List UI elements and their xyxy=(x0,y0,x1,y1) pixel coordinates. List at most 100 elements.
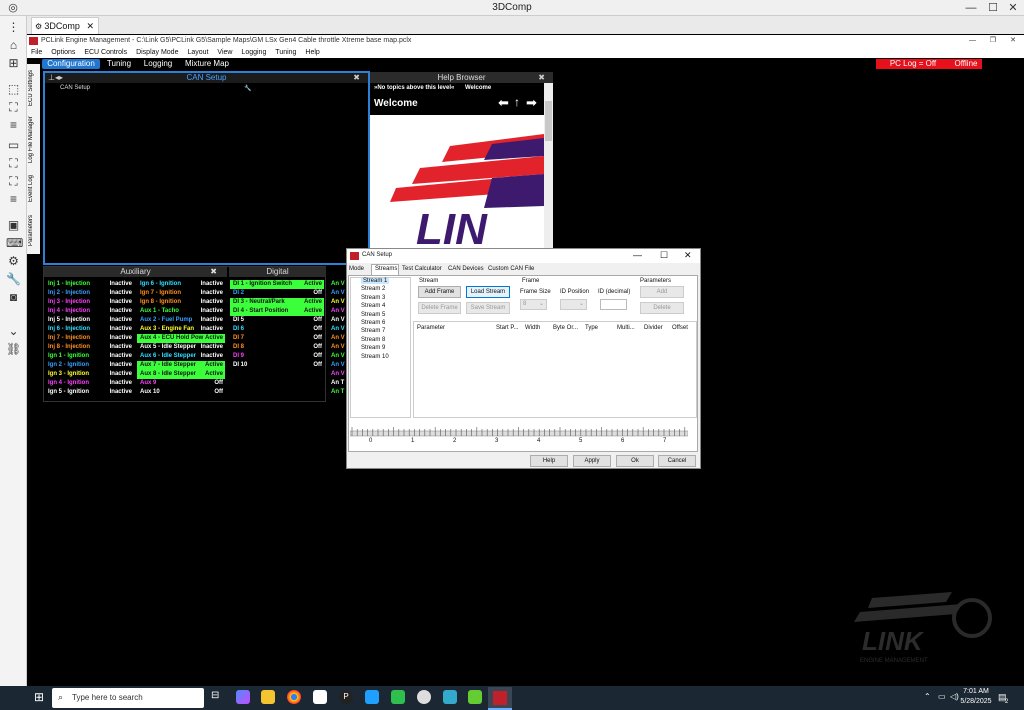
menu-view[interactable]: View xyxy=(217,49,232,56)
dlg-tab-custom-can-file[interactable]: Custom CAN File xyxy=(488,266,534,272)
pclink-taskbar-button[interactable] xyxy=(488,687,512,710)
tab-3dcomp[interactable]: ⚙ 3DComp ✕ xyxy=(31,17,99,34)
grid-column-header[interactable]: Multi... xyxy=(617,325,635,331)
side-tab-parameters[interactable]: Parameters xyxy=(28,208,39,252)
grid-column-header[interactable]: Divider xyxy=(644,325,663,331)
resize-icon[interactable]: ⛶ xyxy=(6,156,21,171)
monitor-icon[interactable]: ▭ xyxy=(6,138,21,153)
n-app-icon[interactable] xyxy=(365,690,379,704)
volume-icon[interactable]: ◁) xyxy=(950,692,959,701)
git-app-icon[interactable] xyxy=(417,690,431,704)
a-app-icon[interactable] xyxy=(468,690,482,704)
stream-item[interactable]: Stream 8 xyxy=(361,337,385,343)
side-tab-ecu-settings[interactable]: ECU Settings xyxy=(28,66,39,110)
side-tab-log-file-manager[interactable]: Log File Manager xyxy=(28,112,39,168)
chevron-down-icon[interactable]: ⌄ xyxy=(6,324,21,339)
stream-item[interactable]: Stream 6 xyxy=(361,320,385,326)
list-icon[interactable]: ≡ xyxy=(6,192,21,207)
windows-start-icon[interactable]: ⊞ xyxy=(34,690,44,704)
taskbar-search[interactable]: ⌕ Type here to search xyxy=(52,688,204,708)
frame-size-select[interactable]: 8 ⌄ xyxy=(520,299,547,310)
side-tab-event-log[interactable]: Event Log xyxy=(28,170,39,206)
load-stream-button[interactable]: Load Stream xyxy=(466,286,510,298)
stream-item[interactable]: Stream 1 xyxy=(361,278,390,284)
grid-column-header[interactable]: Start P... xyxy=(496,325,519,331)
file-explorer-icon[interactable] xyxy=(261,690,275,704)
tab-tuning[interactable]: Tuning xyxy=(104,59,134,69)
menu-logging[interactable]: Logging xyxy=(241,49,266,56)
can-setup-tree-item[interactable]: CAN Setup xyxy=(60,85,90,91)
p-app-icon[interactable]: P xyxy=(339,690,353,704)
can-panel-close-icon[interactable]: ✖ xyxy=(353,73,360,83)
ok-button[interactable]: Ok xyxy=(616,455,654,467)
expand-icon[interactable]: ⛶ xyxy=(6,174,21,189)
menu-ecu-controls[interactable]: ECU Controls xyxy=(84,49,127,56)
save-stream-button[interactable]: Save Stream xyxy=(466,302,510,314)
wrench-icon[interactable]: 🔧 xyxy=(6,272,21,287)
dialog-minimize-button[interactable]: — xyxy=(633,250,642,260)
menu-help[interactable]: Help xyxy=(305,49,319,56)
pc-log-status[interactable]: PC Log = Off xyxy=(876,59,950,69)
add-frame-button[interactable]: Add Frame xyxy=(418,286,461,298)
menu-layout[interactable]: Layout xyxy=(187,49,208,56)
menu-tuning[interactable]: Tuning xyxy=(275,49,296,56)
grid-column-header[interactable]: Type xyxy=(585,325,598,331)
clock-time[interactable]: 7:01 AM xyxy=(962,688,990,695)
menu-options[interactable]: Options xyxy=(51,49,75,56)
settings-icon[interactable]: ⚙ xyxy=(6,254,21,269)
help-scrollbar[interactable] xyxy=(544,83,553,248)
more-icon[interactable]: ⋮ xyxy=(6,20,21,35)
fullscreen-icon[interactable]: ⛶ xyxy=(6,100,21,115)
grid-column-header[interactable]: Offset xyxy=(672,325,688,331)
dialog-close-button[interactable]: ✕ xyxy=(684,250,692,261)
help-crumb[interactable]: »No topics above this level« xyxy=(374,85,454,91)
menu-icon[interactable]: ≡ xyxy=(6,118,21,133)
close-button[interactable]: ✕ xyxy=(1002,0,1024,16)
teal-app-icon[interactable] xyxy=(443,690,457,704)
dlg-tab-can-devices[interactable]: CAN Devices xyxy=(448,266,484,272)
add-icon[interactable]: ⊞ xyxy=(6,56,21,71)
grid-column-header[interactable]: Byte Or... xyxy=(553,325,578,331)
id-position-select[interactable]: ⌄ xyxy=(560,299,587,310)
stream-item[interactable]: Stream 7 xyxy=(361,328,385,334)
stream-item[interactable]: Stream 5 xyxy=(361,312,385,318)
maximize-button[interactable]: ☐ xyxy=(982,0,1004,16)
offline-status[interactable]: Offline xyxy=(950,59,982,69)
grid-column-header[interactable]: Parameter xyxy=(417,325,445,331)
stream-item[interactable]: Stream 2 xyxy=(361,286,385,292)
tab-logging[interactable]: Logging xyxy=(140,59,176,69)
notepad-icon[interactable] xyxy=(313,690,327,704)
window-icon[interactable]: ▣ xyxy=(6,218,21,233)
dlg-tab-streams[interactable]: Streams xyxy=(375,266,397,272)
copilot-icon[interactable] xyxy=(236,690,250,704)
aux-close-icon[interactable]: ✖ xyxy=(210,267,217,277)
chrome-icon[interactable] xyxy=(287,690,301,704)
menu-display-mode[interactable]: Display Mode xyxy=(136,49,178,56)
select-icon[interactable]: ⬚ xyxy=(6,82,21,97)
apply-button[interactable]: Apply xyxy=(573,455,611,467)
add-parameter-button[interactable]: Add xyxy=(640,286,684,298)
pin-icon[interactable]: ⊥◂▸ xyxy=(48,73,63,83)
delete-parameter-button[interactable]: Delete xyxy=(640,302,684,314)
clock-date[interactable]: 5/28/2025 xyxy=(959,698,993,705)
task-view-icon[interactable]: ⊟ xyxy=(211,690,225,704)
stream-item[interactable]: Stream 3 xyxy=(361,295,385,301)
id-decimal-input[interactable] xyxy=(600,299,627,310)
stream-item[interactable]: Stream 4 xyxy=(361,303,385,309)
keyboard-icon[interactable]: ⌨ xyxy=(6,236,23,251)
tab-close-icon[interactable]: ✕ xyxy=(86,18,94,34)
tray-chevron-up-icon[interactable]: ⌃ xyxy=(924,692,931,701)
tab-configuration[interactable]: Configuration xyxy=(42,59,100,69)
cancel-button[interactable]: Cancel xyxy=(658,455,696,467)
app-minimize-button[interactable]: — xyxy=(969,35,976,47)
grid-column-header[interactable]: Width xyxy=(525,325,540,331)
dlg-tab-mode[interactable]: Mode xyxy=(349,266,364,272)
up-arrow-icon[interactable]: ↑ xyxy=(514,95,520,109)
camera-icon[interactable]: ◙ xyxy=(6,290,21,305)
back-arrow-icon[interactable]: ⬅ xyxy=(498,95,509,111)
home-icon[interactable]: ⌂ xyxy=(6,38,21,53)
green-app-icon[interactable] xyxy=(391,690,405,704)
stream-item[interactable]: Stream 10 xyxy=(361,354,389,360)
link-icon[interactable]: ⛓ xyxy=(6,342,21,357)
app-restore-button[interactable]: ❐ xyxy=(990,35,996,47)
